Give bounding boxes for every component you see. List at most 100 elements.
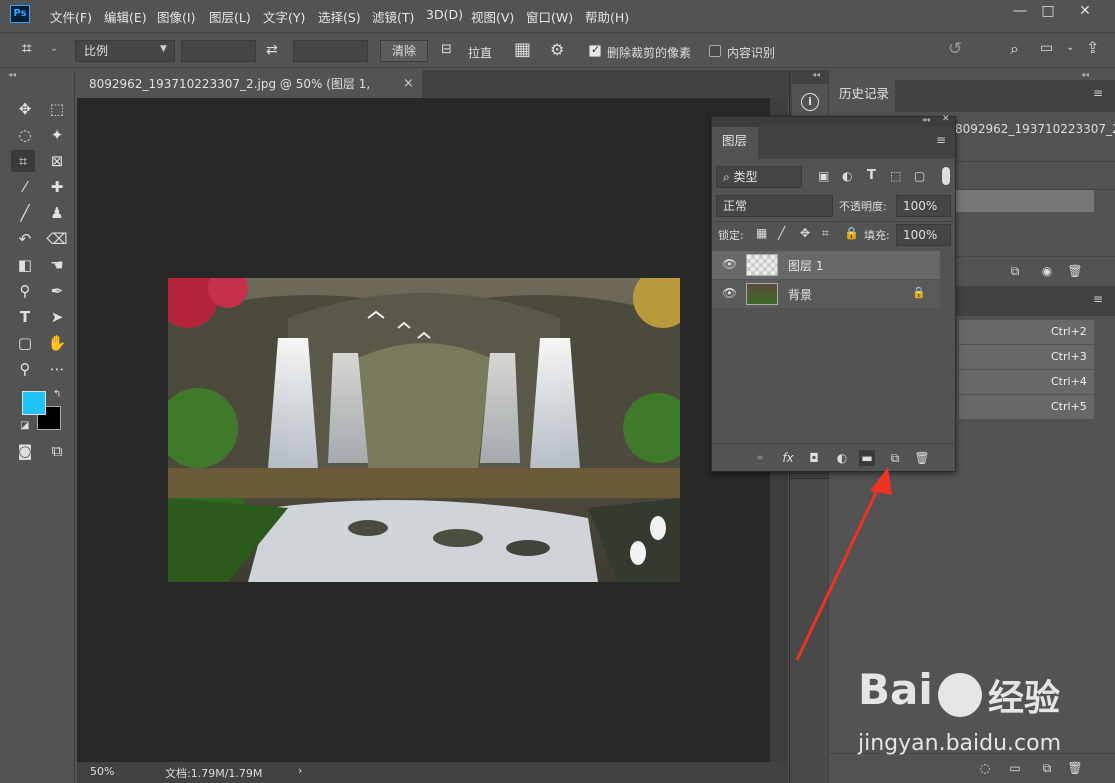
history-brush-icon[interactable]: ↶ bbox=[13, 228, 37, 250]
layer-filter-select[interactable]: ⌕ 类型 bbox=[716, 166, 802, 188]
menu-file[interactable]: 文件(F) bbox=[50, 7, 92, 26]
collapse-icon[interactable]: ◂◂ bbox=[922, 115, 930, 124]
healing-brush-icon[interactable]: ✚ bbox=[45, 176, 69, 198]
type-filter-icon[interactable]: T bbox=[867, 168, 876, 183]
layer-name[interactable]: 背景 bbox=[788, 286, 812, 303]
fill-field[interactable]: 100% bbox=[896, 224, 951, 246]
close-icon[interactable]: ✕ bbox=[942, 114, 950, 124]
chevron-right-icon[interactable]: › bbox=[298, 764, 302, 777]
menu-3d[interactable]: 3D(D) bbox=[426, 7, 463, 22]
shape-tool-icon[interactable]: ▢ bbox=[13, 332, 37, 354]
brush-tool-icon[interactable]: ╱ bbox=[13, 202, 37, 224]
menu-help[interactable]: 帮助(H) bbox=[585, 7, 629, 26]
menu-filter[interactable]: 滤镜(T) bbox=[372, 7, 414, 26]
panel-header-bar[interactable]: ◂◂ ✕ bbox=[712, 114, 955, 127]
magic-wand-icon[interactable]: ✦ bbox=[45, 124, 69, 146]
width-field[interactable] bbox=[181, 40, 256, 62]
link-layers-icon[interactable]: ⚭ bbox=[752, 450, 768, 466]
action-row[interactable]: Ctrl+2 bbox=[959, 320, 1094, 344]
opacity-field[interactable]: 100% bbox=[896, 195, 951, 217]
straighten-label[interactable]: 拉直 bbox=[468, 44, 492, 61]
collapse-icon[interactable]: ◂◂ bbox=[1081, 70, 1089, 79]
height-field[interactable] bbox=[293, 40, 368, 62]
menu-image[interactable]: 图像(I) bbox=[157, 7, 195, 26]
workspace-icon[interactable]: ▭ bbox=[1040, 40, 1053, 56]
menu-edit[interactable]: 编辑(E) bbox=[104, 7, 147, 26]
straighten-icon[interactable]: ⊟ bbox=[441, 42, 452, 57]
swap-icon[interactable]: ⇄ bbox=[266, 42, 278, 58]
panel-menu-icon[interactable]: ≡ bbox=[1093, 292, 1103, 306]
layer-row-selected[interactable]: 👁 图层 1 bbox=[712, 251, 940, 279]
eraser-icon[interactable]: ⌫ bbox=[45, 228, 69, 250]
menu-select[interactable]: 选择(S) bbox=[318, 7, 361, 26]
lock-position-icon[interactable]: ✥ bbox=[800, 226, 810, 240]
menu-layer[interactable]: 图层(L) bbox=[209, 7, 251, 26]
trash-icon[interactable]: 🗑 bbox=[1067, 263, 1083, 279]
panel-menu-icon[interactable]: ≡ bbox=[936, 133, 946, 147]
chevron-down-icon[interactable]: ⌄ bbox=[1066, 42, 1074, 53]
crop-tool-icon[interactable]: ⌗ bbox=[22, 39, 32, 59]
foreground-color-swatch[interactable] bbox=[22, 391, 46, 415]
zoom-level[interactable]: 50% bbox=[90, 765, 114, 778]
chevron-down-icon[interactable]: ⌄ bbox=[50, 43, 58, 54]
lock-pixels-icon[interactable]: ╱ bbox=[778, 226, 785, 240]
image-filter-icon[interactable]: ▣ bbox=[818, 169, 829, 183]
eyedropper-icon[interactable]: ⁄ bbox=[13, 176, 37, 198]
grid-overlay-icon[interactable]: ▦ bbox=[514, 39, 531, 60]
collapse-icon[interactable]: ◂◂ bbox=[812, 70, 820, 79]
lock-artboard-icon[interactable]: ⌗ bbox=[822, 226, 829, 241]
frame-tool-icon[interactable]: ⊠ bbox=[45, 150, 69, 172]
close-button[interactable]: ✕ bbox=[1070, 0, 1100, 22]
blend-mode-select[interactable]: 正常 bbox=[716, 195, 833, 217]
default-colors-icon[interactable]: ◪ bbox=[20, 420, 29, 431]
share-icon[interactable]: ⇪ bbox=[1086, 38, 1099, 57]
camera-icon[interactable]: ◉ bbox=[1039, 263, 1055, 279]
shape-filter-icon[interactable]: ⬚ bbox=[890, 169, 901, 183]
type-tool-icon[interactable]: T bbox=[13, 306, 37, 328]
zoom-tool-icon[interactable]: ⚲ bbox=[13, 358, 37, 380]
layer-row[interactable]: 👁 背景 🔒 bbox=[712, 280, 940, 308]
crop-tool-icon[interactable]: ⌗ bbox=[11, 150, 35, 172]
adjustment-filter-icon[interactable]: ◐ bbox=[842, 169, 852, 183]
minimize-button[interactable]: — bbox=[1005, 0, 1035, 22]
gradient-tool-icon[interactable]: ◧ bbox=[13, 254, 37, 276]
action-row[interactable]: Ctrl+3 bbox=[959, 345, 1094, 369]
stamp-tool-icon[interactable]: ♟ bbox=[45, 202, 69, 224]
tab-history[interactable]: 历史记录 bbox=[829, 80, 895, 112]
tab-close-icon[interactable]: × bbox=[403, 76, 414, 91]
visibility-eye-icon[interactable]: 👁 bbox=[722, 257, 737, 271]
filter-toggle[interactable] bbox=[942, 167, 950, 185]
layer-name[interactable]: 图层 1 bbox=[788, 257, 823, 274]
smart-object-filter-icon[interactable]: ▢ bbox=[914, 169, 925, 183]
quick-mask-icon[interactable]: ◙ bbox=[13, 440, 37, 462]
lock-all-icon[interactable]: 🔒 bbox=[844, 226, 859, 240]
content-aware-checkbox[interactable] bbox=[709, 45, 721, 57]
dodge-tool-icon[interactable]: ⚲ bbox=[13, 280, 37, 302]
collapse-icon[interactable]: ◂◂ bbox=[8, 70, 16, 79]
document-tab[interactable]: 8092962_193710223307_2.jpg @ 50% (图层 1, … bbox=[77, 70, 422, 119]
search-icon[interactable]: ⌕ bbox=[1010, 39, 1019, 59]
action-row[interactable]: Ctrl+4 bbox=[959, 370, 1094, 394]
menu-window[interactable]: 窗口(W) bbox=[526, 7, 573, 26]
hand-tool-icon[interactable]: ✋ bbox=[45, 332, 69, 354]
screen-mode-icon[interactable]: ⧉ bbox=[45, 440, 69, 462]
path-select-icon[interactable]: ➤ bbox=[45, 306, 69, 328]
swap-colors-icon[interactable]: ↰ bbox=[53, 389, 61, 400]
info-button[interactable]: i bbox=[792, 84, 828, 120]
trash-icon[interactable]: 🗑 bbox=[914, 450, 930, 466]
gear-icon[interactable]: ⚙ bbox=[550, 40, 564, 59]
move-tool-icon[interactable]: ✥ bbox=[13, 98, 37, 120]
tab-layers[interactable]: 图层 bbox=[712, 127, 758, 159]
new-document-icon[interactable]: ⧉ bbox=[1007, 263, 1023, 279]
action-row[interactable]: Ctrl+5 bbox=[959, 395, 1094, 419]
visibility-eye-icon[interactable]: 👁 bbox=[722, 286, 737, 300]
clear-button[interactable]: 清除 bbox=[380, 40, 428, 62]
delete-cropped-checkbox[interactable] bbox=[589, 43, 601, 57]
more-tools-icon[interactable]: ⋯ bbox=[45, 358, 69, 380]
marquee-tool-icon[interactable]: ⬚ bbox=[45, 98, 69, 120]
menu-type[interactable]: 文字(Y) bbox=[263, 7, 305, 26]
lasso-tool-icon[interactable]: ◌ bbox=[13, 124, 37, 146]
menu-view[interactable]: 视图(V) bbox=[471, 7, 514, 26]
pen-tool-icon[interactable]: ✒ bbox=[45, 280, 69, 302]
reset-icon[interactable]: ↺ bbox=[948, 39, 962, 59]
